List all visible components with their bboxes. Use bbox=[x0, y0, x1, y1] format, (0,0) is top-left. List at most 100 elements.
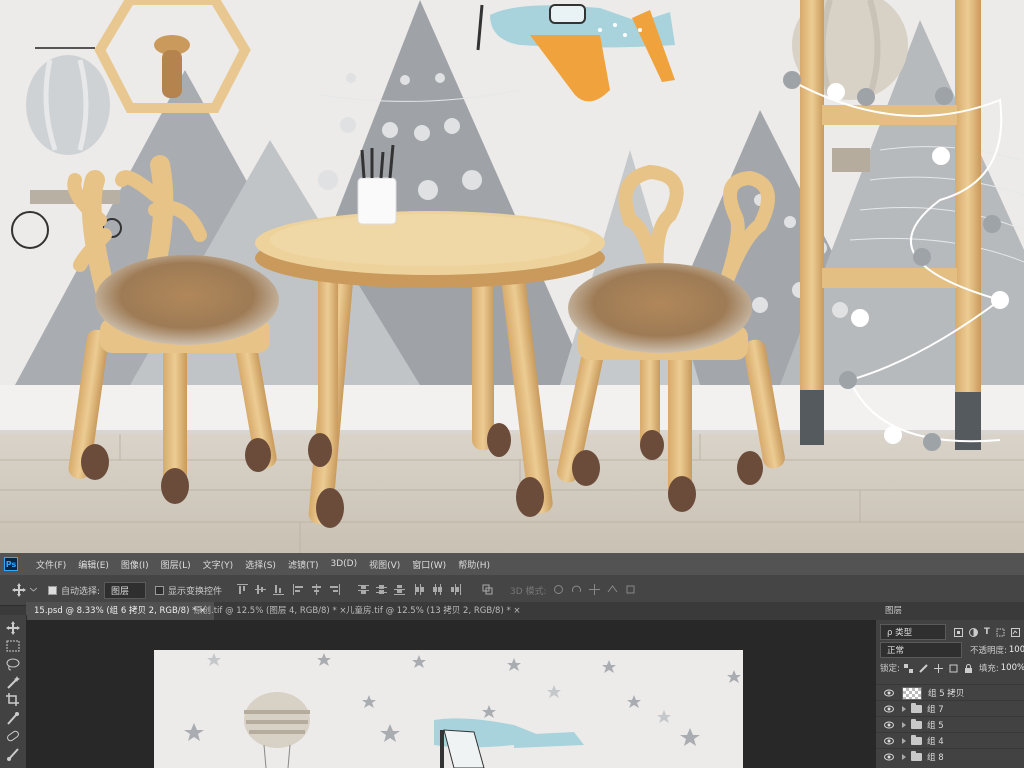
type-filter-icon[interactable]: T bbox=[984, 627, 990, 637]
auto-align-layers-icon[interactable] bbox=[482, 584, 493, 595]
menu-3d[interactable]: 3D(D) bbox=[324, 559, 363, 569]
chevron-down-icon[interactable] bbox=[30, 584, 37, 595]
fill-value[interactable]: 100% bbox=[1001, 663, 1024, 673]
star-icon bbox=[602, 660, 616, 673]
align-top-icon[interactable] bbox=[237, 584, 248, 595]
menu-edit[interactable]: 编辑(E) bbox=[72, 558, 115, 571]
show-transform-checkbox[interactable] bbox=[155, 585, 164, 595]
move-tool-icon[interactable] bbox=[12, 583, 26, 597]
lock-transparent-icon[interactable] bbox=[903, 663, 913, 673]
pixel-filter-icon[interactable] bbox=[954, 627, 963, 637]
auto-select-checkbox[interactable] bbox=[48, 585, 57, 595]
folder-icon bbox=[911, 703, 922, 713]
auto-select-dropdown[interactable]: 图层 bbox=[104, 581, 147, 599]
menu-image[interactable]: 图像(I) bbox=[115, 558, 155, 571]
star-icon bbox=[380, 724, 400, 742]
photoshop-window: Ps 文件(F) 编辑(E) 图像(I) 图层(L) 文字(Y) 选择(S) 滤… bbox=[0, 553, 1024, 768]
tab-kids-room-tif[interactable]: 儿童房.tif @ 12.5% (13 拷贝 2, RGB/8) * × bbox=[338, 602, 529, 620]
adjustment-filter-icon[interactable] bbox=[969, 627, 978, 637]
canvas-artwork bbox=[184, 653, 741, 768]
roll-3d-icon[interactable] bbox=[571, 584, 582, 595]
visibility-eye-icon[interactable] bbox=[884, 705, 894, 713]
align-left-icon[interactable] bbox=[293, 584, 304, 595]
align-right-icon[interactable] bbox=[329, 584, 340, 595]
expand-arrow-icon[interactable] bbox=[902, 722, 906, 728]
layer-name: 组 5 bbox=[927, 721, 944, 731]
star-icon bbox=[184, 723, 204, 741]
distribute-left-icon[interactable] bbox=[414, 584, 425, 595]
align-horizontal-center-icon[interactable] bbox=[311, 584, 322, 595]
mode-3d-label: 3D 模式: bbox=[510, 586, 547, 597]
healing-brush-tool-icon[interactable] bbox=[5, 729, 21, 743]
expand-arrow-icon[interactable] bbox=[902, 738, 906, 744]
align-vertical-center-icon[interactable] bbox=[255, 584, 266, 595]
lock-all-icon[interactable] bbox=[964, 663, 973, 673]
align-bottom-icon[interactable] bbox=[273, 584, 284, 595]
folder-icon bbox=[911, 735, 922, 745]
menu-select[interactable]: 选择(S) bbox=[239, 558, 282, 571]
visibility-eye-icon[interactable] bbox=[884, 753, 894, 761]
distribute-vertical-center-icon[interactable] bbox=[376, 584, 387, 595]
menu-window[interactable]: 窗口(W) bbox=[406, 558, 452, 571]
menu-help[interactable]: 帮助(H) bbox=[452, 558, 496, 571]
canvas-area[interactable] bbox=[26, 620, 876, 768]
menu-type[interactable]: 文字(Y) bbox=[197, 558, 240, 571]
layers-panel: 图层 ρ 类型 T 正常 不透明度: 100% 锁定: 填充: 100% bbox=[876, 602, 1024, 768]
visibility-eye-icon[interactable] bbox=[884, 689, 894, 697]
scale-3d-icon[interactable] bbox=[625, 584, 636, 595]
drag-3d-icon[interactable] bbox=[589, 584, 600, 595]
lock-artboard-icon[interactable] bbox=[949, 664, 958, 673]
menu-view[interactable]: 视图(V) bbox=[363, 558, 406, 571]
lasso-tool-icon[interactable] bbox=[5, 657, 21, 671]
tab-original-tif[interactable]: 原创.tif @ 12.5% (图层 4, RGB/8) * × bbox=[186, 602, 355, 620]
lock-pixels-icon[interactable] bbox=[919, 663, 928, 673]
layer-name: 组 5 拷贝 bbox=[928, 689, 965, 699]
distribute-top-icon[interactable] bbox=[358, 584, 369, 595]
smart-object-filter-icon[interactable] bbox=[1010, 627, 1020, 637]
folder-icon bbox=[911, 751, 922, 761]
layer-row[interactable]: 组 7 bbox=[876, 700, 1024, 717]
star-icon bbox=[627, 695, 641, 708]
distribute-right-icon[interactable] bbox=[450, 584, 461, 595]
crop-tool-icon[interactable] bbox=[5, 693, 21, 707]
auto-select-label: 自动选择: bbox=[61, 586, 101, 597]
visibility-eye-icon[interactable] bbox=[884, 721, 894, 729]
canvas-airplane bbox=[434, 718, 584, 768]
menu-layer[interactable]: 图层(L) bbox=[155, 558, 197, 571]
layer-filter-dropdown[interactable]: ρ 类型 bbox=[880, 624, 946, 640]
eyedropper-tool-icon[interactable] bbox=[5, 711, 21, 725]
expand-arrow-icon[interactable] bbox=[902, 706, 906, 712]
document-canvas[interactable] bbox=[154, 650, 743, 768]
lock-position-icon[interactable] bbox=[933, 663, 943, 673]
layer-row[interactable]: 组 8 bbox=[876, 748, 1024, 765]
blend-mode-dropdown[interactable]: 正常 bbox=[880, 642, 962, 658]
distribute-horizontal-center-icon[interactable] bbox=[432, 584, 443, 595]
opacity-value[interactable]: 100% bbox=[1009, 645, 1024, 655]
marquee-tool-icon[interactable] bbox=[5, 639, 21, 653]
visibility-eye-icon[interactable] bbox=[884, 737, 894, 745]
layer-row[interactable]: 组 4 bbox=[876, 732, 1024, 749]
shape-filter-icon[interactable] bbox=[996, 628, 1005, 637]
rotate-3d-icon[interactable] bbox=[553, 584, 564, 595]
document-tabs: 15.psd @ 8.33% (组 6 拷贝 2, RGB/8) * × 原创.… bbox=[26, 602, 876, 620]
star-icon bbox=[727, 670, 741, 683]
expand-arrow-icon[interactable] bbox=[902, 754, 906, 760]
brush-tool-icon[interactable] bbox=[5, 747, 21, 761]
layer-thumbnail bbox=[902, 686, 922, 700]
move-tool-icon[interactable] bbox=[5, 621, 21, 635]
layer-row[interactable]: 组 5 bbox=[876, 716, 1024, 733]
star-icon bbox=[680, 728, 700, 746]
magic-wand-tool-icon[interactable] bbox=[5, 675, 21, 689]
show-transform-label: 显示变换控件 bbox=[168, 586, 223, 597]
layer-row[interactable]: 组 5 拷贝 bbox=[876, 684, 1024, 701]
slide-3d-icon[interactable] bbox=[607, 584, 618, 595]
distribute-bottom-icon[interactable] bbox=[394, 584, 405, 595]
layer-name: 组 4 bbox=[927, 737, 944, 747]
star-icon bbox=[317, 653, 331, 666]
opacity-label: 不透明度: bbox=[970, 646, 1007, 656]
menu-file[interactable]: 文件(F) bbox=[30, 558, 72, 571]
layers-panel-title[interactable]: 图层 bbox=[876, 602, 1024, 620]
menu-filter[interactable]: 滤镜(T) bbox=[282, 558, 325, 571]
star-icon bbox=[412, 655, 426, 668]
toolbox bbox=[0, 615, 27, 768]
